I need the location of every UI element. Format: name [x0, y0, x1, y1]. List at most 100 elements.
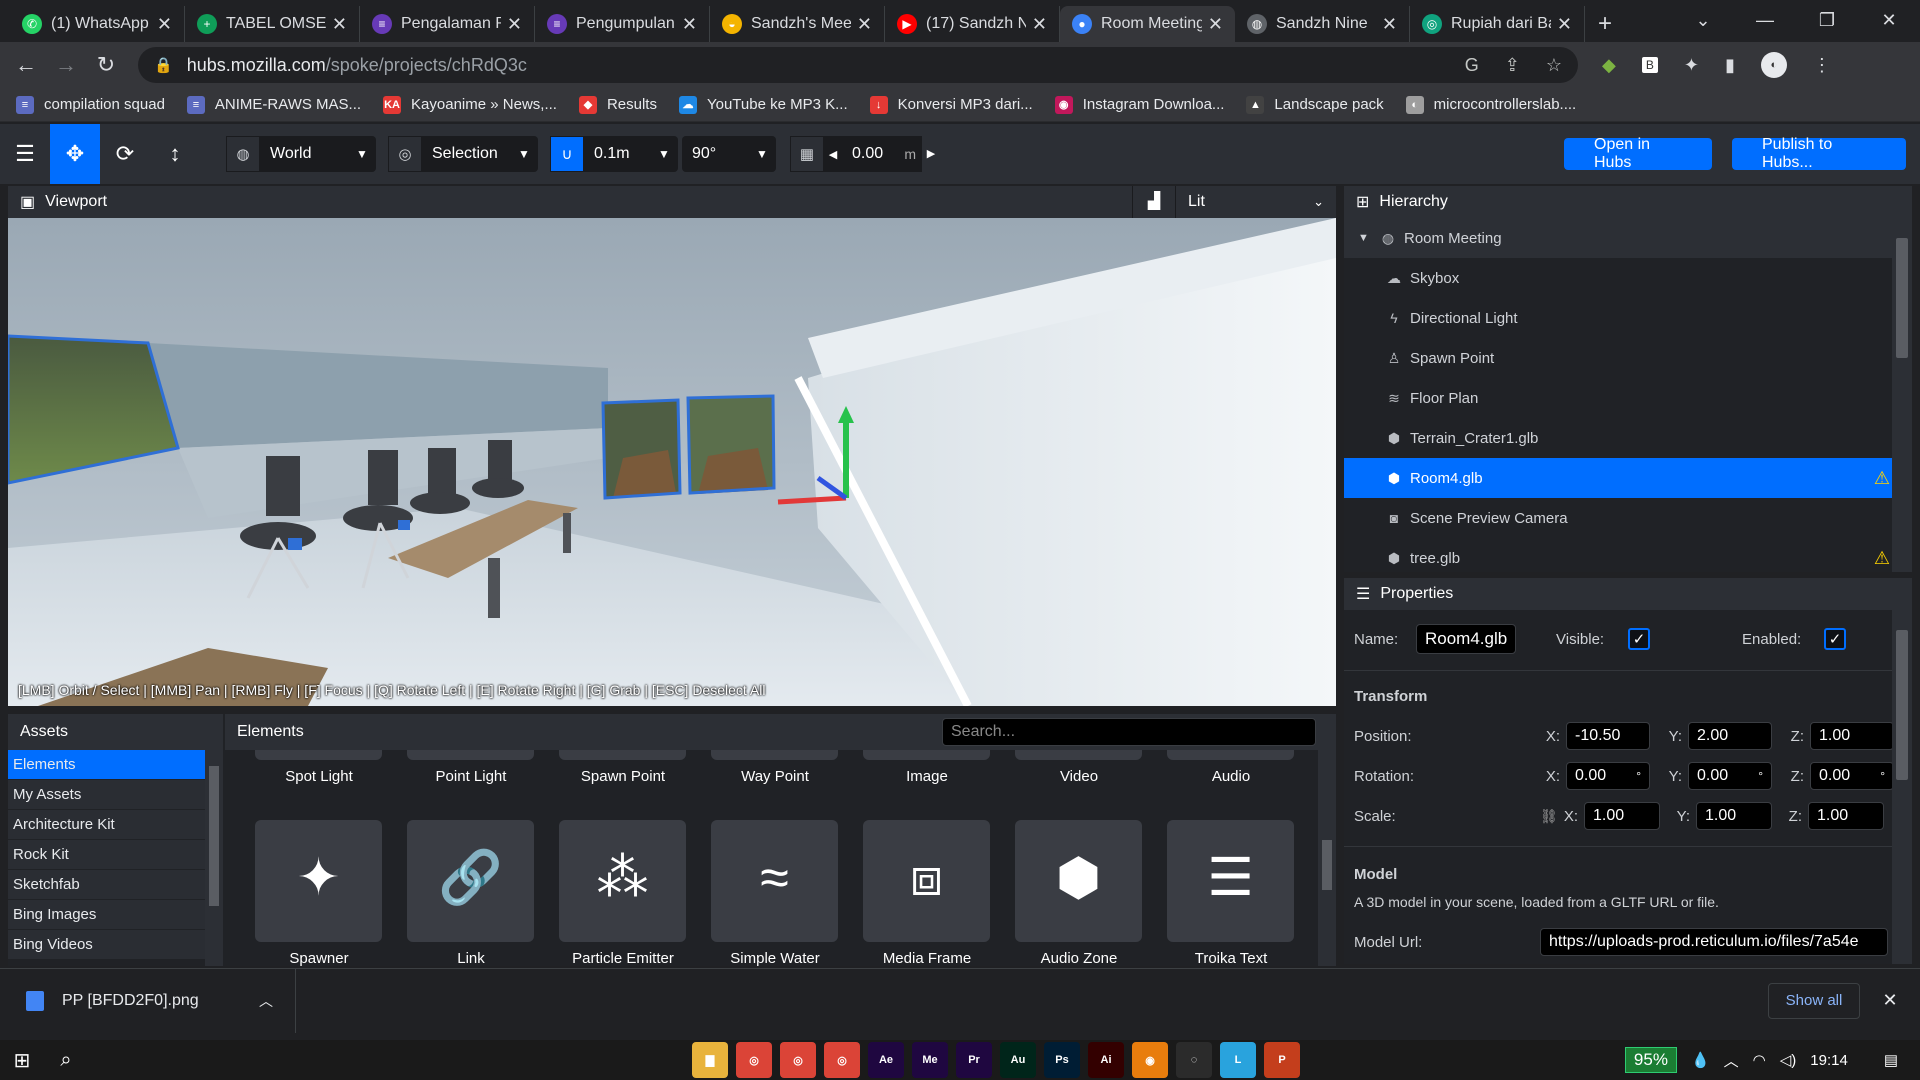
asset-source-item[interactable]: Bing Images: [8, 900, 205, 930]
browser-tab[interactable]: ≡ Pengumpulan ✕: [535, 6, 710, 42]
extension-b-icon[interactable]: B: [1641, 57, 1658, 73]
rotation-z-input[interactable]: 0.00 °: [1810, 762, 1894, 790]
hierarchy-item[interactable]: ☁ Skybox: [1344, 258, 1912, 298]
close-tab-icon[interactable]: ✕: [1032, 14, 1047, 35]
close-tab-icon[interactable]: ✕: [857, 14, 872, 35]
browser-tab[interactable]: + TABEL OMSET ✕: [185, 6, 360, 42]
hierarchy-item[interactable]: ≋ Floor Plan: [1344, 378, 1912, 418]
menu-kebab-icon[interactable]: ⋮: [1813, 55, 1831, 76]
close-window-button[interactable]: ✕: [1858, 10, 1920, 31]
bookmark-item[interactable]: ▲ Landscape pack: [1246, 95, 1384, 114]
side-panel-icon[interactable]: ▮: [1725, 55, 1735, 76]
grid-increase-button[interactable]: ▶: [922, 136, 940, 172]
transform-pivot-select[interactable]: ◎ Selection ▼: [388, 136, 538, 172]
new-tab-button[interactable]: +: [1585, 6, 1625, 42]
notification-icon[interactable]: 💧: [1691, 1051, 1710, 1069]
share-icon[interactable]: ⇪: [1505, 55, 1520, 76]
browser-tab[interactable]: ◒ Sandzh's Meet ✕: [710, 6, 885, 42]
profile-avatar[interactable]: ◐: [1760, 52, 1787, 78]
lock-icon[interactable]: 🔒: [154, 56, 173, 74]
taskbar-app-icon[interactable]: Ai: [1088, 1042, 1124, 1078]
hierarchy-item[interactable]: ⬢ Room4.glb ⚠: [1344, 458, 1912, 498]
taskbar-app-icon[interactable]: Ps: [1044, 1042, 1080, 1078]
close-tab-icon[interactable]: ✕: [157, 14, 172, 35]
extension-icon[interactable]: ◆: [1602, 55, 1616, 76]
name-input[interactable]: Room4.glb: [1416, 624, 1516, 654]
stats-icon[interactable]: ▟: [1132, 186, 1176, 218]
tab-search-icon[interactable]: ⌄: [1672, 10, 1734, 31]
grid-icon[interactable]: ▦: [790, 136, 824, 172]
taskbar-app-icon[interactable]: ◌: [1176, 1042, 1212, 1078]
element-card[interactable]: ⁂: [559, 820, 686, 942]
chevron-up-icon[interactable]: ︿: [259, 991, 273, 1011]
bookmark-item[interactable]: ≡ ANIME-RAWS MAS...: [186, 95, 361, 114]
asset-search-input[interactable]: Search...: [942, 718, 1316, 746]
element-card[interactable]: [1167, 750, 1294, 760]
position-y-input[interactable]: 2.00: [1688, 722, 1772, 750]
action-center-icon[interactable]: ▤: [1884, 1051, 1898, 1069]
address-bar[interactable]: 🔒 hubs.mozilla.com/spoke/projects/chRdQ3…: [138, 47, 1578, 83]
bookmark-star-icon[interactable]: ☆: [1546, 55, 1562, 76]
element-card[interactable]: [559, 750, 686, 760]
element-card[interactable]: [711, 750, 838, 760]
element-card[interactable]: 🔗: [407, 820, 534, 942]
taskbar-app-icon[interactable]: ◎: [824, 1042, 860, 1078]
elements-scrollbar[interactable]: [1318, 750, 1336, 966]
element-card[interactable]: [407, 750, 534, 760]
browser-tab[interactable]: ▶ (17) Sandzh N ✕: [885, 6, 1060, 42]
magnet-icon[interactable]: ∪: [550, 136, 584, 172]
browser-tab[interactable]: ≡ Pengalaman R ✕: [360, 6, 535, 42]
transform-space-select[interactable]: ◍ World ▼: [226, 136, 376, 172]
asset-source-item[interactable]: Rock Kit: [8, 840, 205, 870]
enabled-checkbox[interactable]: ✓: [1824, 628, 1846, 650]
position-z-input[interactable]: 1.00: [1810, 722, 1894, 750]
scale-x-input[interactable]: 1.00: [1584, 802, 1660, 830]
element-card[interactable]: [1015, 750, 1142, 760]
download-item[interactable]: PP [BFDD2F0].png ︿: [0, 968, 296, 1033]
model-url-input[interactable]: https://uploads-prod.reticulum.io/files/…: [1540, 928, 1888, 956]
asset-source-item[interactable]: Elements: [8, 750, 205, 780]
grid-decrease-button[interactable]: ◀: [824, 148, 842, 161]
snap-translate-select[interactable]: ∪ 0.1m ▼: [550, 136, 678, 172]
minimize-button[interactable]: —: [1734, 10, 1796, 31]
taskbar-app-icon[interactable]: P: [1264, 1042, 1300, 1078]
rotation-y-input[interactable]: 0.00 °: [1688, 762, 1772, 790]
reload-button[interactable]: ↻: [86, 52, 126, 78]
element-card[interactable]: ✦: [255, 820, 382, 942]
hierarchy-scrollbar[interactable]: [1892, 218, 1912, 572]
render-mode-select[interactable]: Lit ⌄: [1176, 193, 1336, 211]
taskbar-app-icon[interactable]: ◉: [1132, 1042, 1168, 1078]
publish-button[interactable]: Publish to Hubs...: [1732, 136, 1906, 171]
taskbar-app-icon[interactable]: L: [1220, 1042, 1256, 1078]
search-icon[interactable]: ⌕: [44, 1049, 88, 1072]
grid-height-input[interactable]: 0.00: [842, 145, 904, 163]
rotation-x-input[interactable]: 0.00 °: [1566, 762, 1650, 790]
open-in-hubs-button[interactable]: Open in Hubs: [1564, 136, 1712, 171]
element-card[interactable]: [255, 750, 382, 760]
hierarchy-item[interactable]: ♙ Spawn Point: [1344, 338, 1912, 378]
bookmark-item[interactable]: ↓ Konversi MP3 dari...: [869, 95, 1033, 114]
link-icon[interactable]: ⛓: [1540, 808, 1558, 825]
taskbar-app-icon[interactable]: Me: [912, 1042, 948, 1078]
close-tab-icon[interactable]: ✕: [332, 14, 347, 35]
clock[interactable]: 19:14: [1810, 1052, 1848, 1069]
warning-icon[interactable]: ⚠: [1874, 468, 1890, 489]
forward-button[interactable]: →: [46, 52, 86, 78]
bookmark-item[interactable]: KA Kayoanime » News,...: [383, 95, 557, 114]
element-card[interactable]: ≈: [711, 820, 838, 942]
windows-start-icon[interactable]: ⊞: [0, 1048, 44, 1073]
translate-tool-icon[interactable]: ✥: [50, 124, 100, 184]
sources-scrollbar[interactable]: [205, 750, 223, 966]
close-downloads-icon[interactable]: ✕: [1860, 990, 1920, 1011]
taskbar-app-icon[interactable]: ▇: [692, 1042, 728, 1078]
taskbar-app-icon[interactable]: Au: [1000, 1042, 1036, 1078]
taskbar-app-icon[interactable]: ◎: [736, 1042, 772, 1078]
browser-tab[interactable]: ✆ (1) WhatsApp ✕: [10, 6, 185, 42]
hierarchy-root[interactable]: ▼ ◍ Room Meeting: [1344, 218, 1912, 258]
asset-source-item[interactable]: Bing Videos: [8, 930, 205, 960]
properties-scrollbar[interactable]: [1892, 610, 1912, 964]
hierarchy-item[interactable]: ⬢ Terrain_Crater1.glb: [1344, 418, 1912, 458]
element-card[interactable]: ⧈: [863, 820, 990, 942]
bookmark-item[interactable]: ≡ compilation squad: [16, 95, 165, 114]
close-tab-icon[interactable]: ✕: [682, 14, 697, 35]
